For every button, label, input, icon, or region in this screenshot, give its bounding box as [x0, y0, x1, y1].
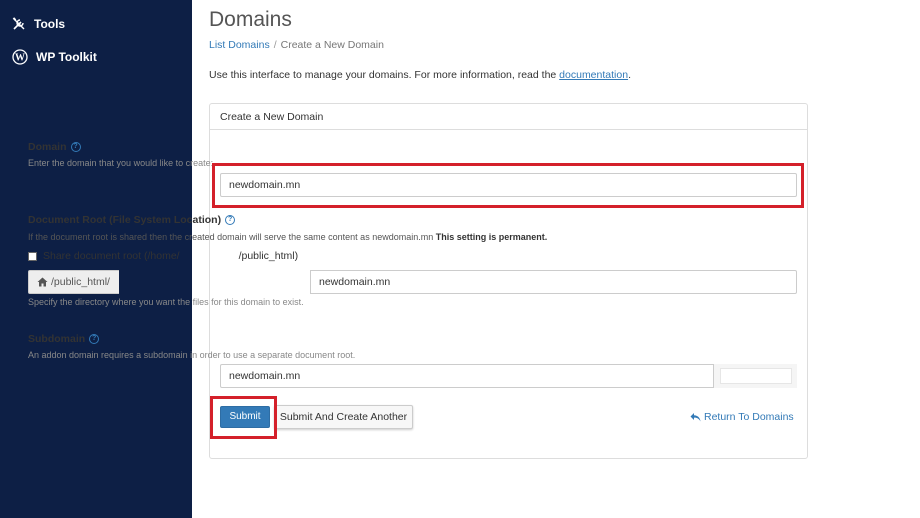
subdomain-label-text: Subdomain — [28, 333, 86, 345]
sidebar-item-wp-toolkit[interactable]: W WP Toolkit — [12, 49, 97, 65]
share-docroot-label-end: /public_html) — [238, 250, 299, 262]
docroot-hint: If the document root is shared then the … — [28, 232, 547, 242]
share-docroot-checkbox[interactable] — [28, 251, 37, 261]
sidebar-item-tools[interactable]: Tools — [12, 17, 65, 31]
help-icon[interactable]: ? — [225, 215, 236, 225]
docroot-hint-domain: newdomain.mn — [372, 232, 434, 242]
subdomain-suffix-value — [720, 368, 792, 384]
docroot-hint-permanent: This setting is permanent. — [435, 232, 548, 242]
main-content: Domains List Domains / Create a New Domain… — [192, 0, 920, 518]
docroot-prefix-text: /public_html/ — [51, 276, 110, 288]
breadcrumb-current: Create a New Domain — [280, 39, 384, 51]
breadcrumb: List Domains / Create a New Domain — [209, 39, 384, 51]
intro-end: . — [628, 69, 631, 81]
help-icon[interactable]: ? — [70, 142, 81, 152]
return-to-domains-link[interactable]: Return To Domains — [690, 411, 794, 423]
docroot-label-text: Document Root (File System Location) — [28, 214, 222, 226]
share-docroot-row[interactable]: Share document root (/home/ /public_html… — [28, 250, 298, 262]
return-link-label: Return To Domains — [704, 411, 794, 423]
highlight-box-domain — [212, 163, 804, 208]
help-icon[interactable]: ? — [89, 334, 100, 344]
subdomain-input[interactable]: newdomain.mn — [220, 364, 797, 388]
intro-text: Use this interface to manage your domain… — [209, 69, 631, 81]
documentation-link[interactable]: documentation — [559, 69, 628, 81]
domain-label: Domain ? — [28, 141, 81, 153]
tools-icon — [12, 17, 25, 30]
breadcrumb-list-domains[interactable]: List Domains — [209, 39, 270, 51]
subdomain-label: Subdomain ? — [28, 333, 100, 345]
domain-label-text: Domain — [28, 141, 67, 153]
wordpress-icon: W — [12, 49, 28, 65]
share-docroot-label-start: Share document root (/home/ — [43, 250, 180, 262]
page-title: Domains — [209, 8, 292, 31]
highlight-box-submit — [210, 396, 277, 439]
domain-hint: Enter the domain that you would like to … — [28, 158, 214, 168]
intro-sentence: Use this interface to manage your domain… — [209, 69, 560, 81]
home-icon — [37, 277, 48, 287]
sidebar-item-label: WP Toolkit — [36, 50, 97, 64]
breadcrumb-separator: / — [273, 39, 277, 51]
docroot-hint-text: If the document root is shared then the … — [28, 232, 370, 242]
panel-title: Create a New Domain — [210, 104, 807, 130]
return-arrow-icon — [690, 413, 701, 422]
submit-and-create-another-button[interactable]: Submit And Create Another — [274, 405, 413, 429]
svg-text:W: W — [15, 53, 25, 64]
docroot-label: Document Root (File System Location) ? — [28, 214, 236, 226]
docroot-input[interactable]: newdomain.mn — [310, 270, 797, 294]
sidebar-item-label: Tools — [34, 17, 66, 31]
subdomain-hint: An addon domain requires a subdomain in … — [28, 350, 356, 360]
docroot-prefix: /public_html/ — [28, 270, 119, 294]
docroot-help: Specify the directory where you want the… — [28, 297, 304, 307]
